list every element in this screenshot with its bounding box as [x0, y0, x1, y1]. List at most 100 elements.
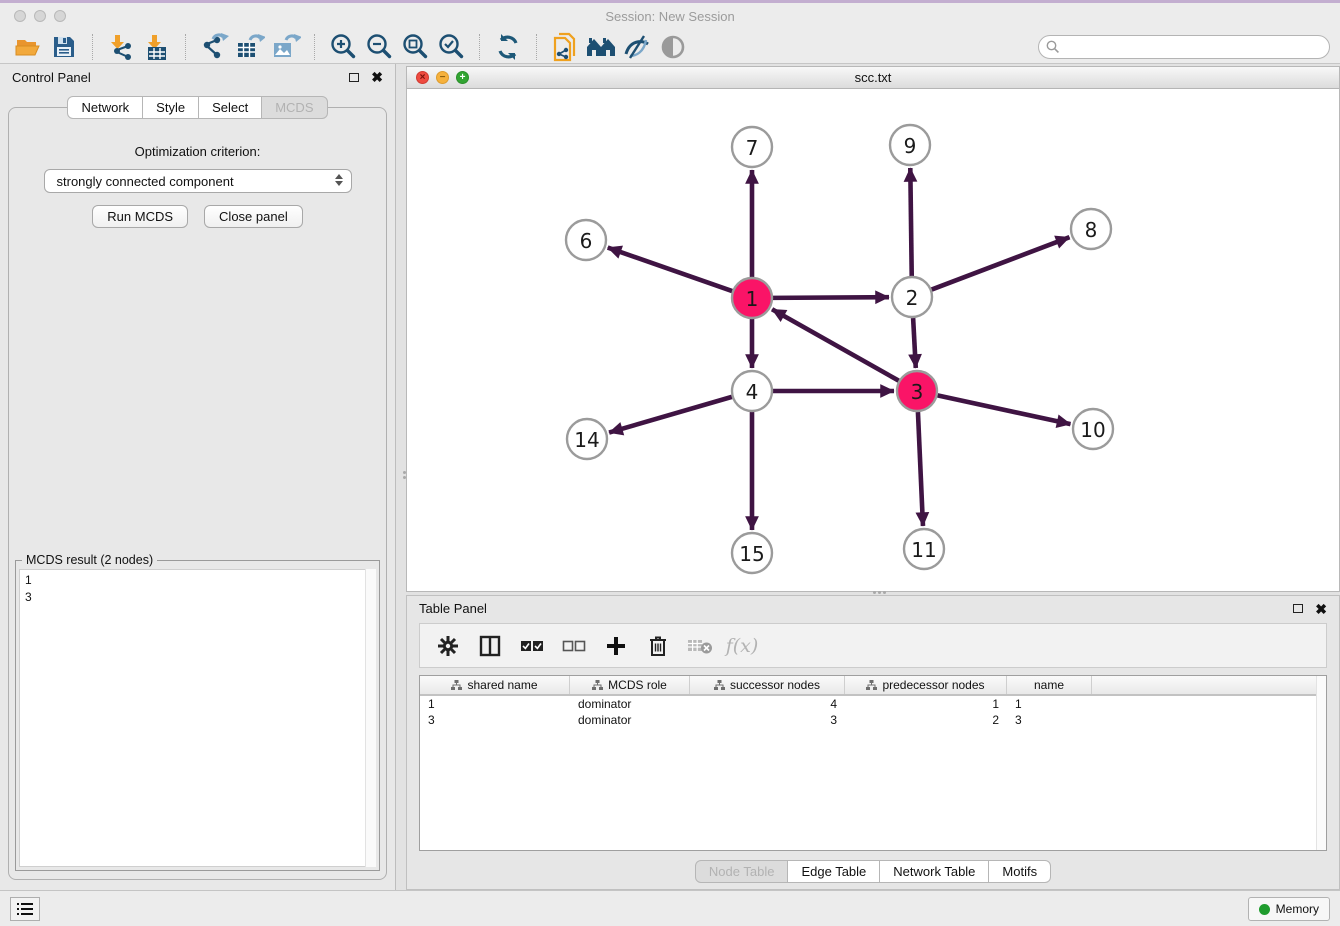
graph-node-15[interactable]: 15 — [732, 533, 772, 573]
column-chooser-icon[interactable] — [476, 631, 504, 661]
table-row[interactable]: 1dominator411 — [420, 696, 1326, 712]
graph-node-14[interactable]: 14 — [567, 419, 607, 459]
deselect-all-rows-icon[interactable] — [560, 631, 588, 661]
network-window-title: scc.txt — [407, 70, 1339, 85]
hide-graphics-details-icon[interactable] — [619, 33, 655, 61]
select-all-rows-icon[interactable] — [518, 631, 546, 661]
run-mcds-button[interactable]: Run MCDS — [92, 205, 188, 228]
cell-predecessor-nodes[interactable]: 2 — [845, 712, 1007, 728]
graph-node-11[interactable]: 11 — [904, 529, 944, 569]
birds-eye-view-icon[interactable] — [655, 33, 691, 61]
network-view-window: scc.txt × − + 7 9 6 8 1 2 4 3 14 10 15 11 — [406, 66, 1340, 592]
criterion-dropdown[interactable]: strongly connected component — [44, 169, 352, 193]
open-file-icon[interactable] — [10, 33, 46, 61]
tab-style[interactable]: Style — [142, 96, 199, 119]
graph-node-3[interactable]: 3 — [897, 371, 937, 411]
node-table-header[interactable]: shared nameMCDS rolesuccessor nodesprede… — [420, 676, 1326, 696]
criterion-dropdown-value: strongly connected component — [57, 174, 234, 189]
graph-edge-2-9[interactable] — [910, 168, 911, 276]
delete-table-icon[interactable] — [686, 631, 714, 661]
show-home-icon[interactable] — [583, 33, 619, 61]
column-header-name[interactable]: name — [1007, 676, 1092, 694]
cell-successor-nodes[interactable]: 3 — [690, 712, 845, 728]
tab-select[interactable]: Select — [198, 96, 262, 119]
graph-node-9[interactable]: 9 — [890, 125, 930, 165]
float-panel-icon[interactable] — [349, 73, 359, 82]
graph-node-7[interactable]: 7 — [732, 127, 772, 167]
graph-edge-3-1[interactable] — [772, 309, 899, 380]
graph-node-4[interactable]: 4 — [732, 371, 772, 411]
zoom-fit-icon[interactable] — [397, 33, 433, 61]
tab-network-table[interactable]: Network Table — [879, 860, 989, 883]
mcds-result-scrollbar[interactable] — [365, 569, 376, 867]
zoom-selected-icon[interactable] — [433, 33, 469, 61]
mcds-tab-content: Optimization criterion: strongly connect… — [8, 107, 387, 880]
column-header-shared-name[interactable]: shared name — [420, 676, 570, 694]
tab-mcds[interactable]: MCDS — [261, 96, 327, 119]
graph-node-6[interactable]: 6 — [566, 220, 606, 260]
refresh-view-icon[interactable] — [490, 33, 526, 61]
toolbar-separator — [536, 34, 537, 60]
cell-MCDS-role[interactable]: dominator — [570, 712, 690, 728]
delete-columns-icon[interactable] — [644, 631, 672, 661]
tab-motifs[interactable]: Motifs — [988, 860, 1051, 883]
cell-shared-name[interactable]: 3 — [420, 712, 570, 728]
table-scrollbar[interactable] — [1316, 676, 1326, 850]
tab-node-table[interactable]: Node Table — [695, 860, 789, 883]
graph-node-label: 3 — [911, 380, 924, 404]
close-panel-button[interactable]: Close panel — [204, 205, 303, 228]
graph-edge-4-14[interactable] — [609, 397, 732, 433]
new-network-from-selection-icon[interactable] — [547, 33, 583, 61]
cell-name[interactable]: 1 — [1007, 696, 1092, 712]
graph-node-label: 1 — [746, 287, 759, 311]
table-row[interactable]: 3dominator323 — [420, 712, 1326, 728]
cell-MCDS-role[interactable]: dominator — [570, 696, 690, 712]
add-column-icon[interactable] — [602, 631, 630, 661]
task-history-button[interactable] — [10, 897, 40, 921]
float-table-panel-icon[interactable] — [1293, 604, 1303, 613]
cell-predecessor-nodes[interactable]: 1 — [845, 696, 1007, 712]
memory-button[interactable]: Memory — [1248, 897, 1330, 921]
toolbar-separator — [479, 34, 480, 60]
mcds-result-textarea[interactable]: 1 3 — [19, 569, 376, 867]
graph-edge-2-3[interactable] — [913, 318, 916, 368]
cell-successor-nodes[interactable]: 4 — [690, 696, 845, 712]
graph-node-2[interactable]: 2 — [892, 277, 932, 317]
cell-name[interactable]: 3 — [1007, 712, 1092, 728]
table-settings-icon[interactable] — [434, 631, 462, 661]
export-image-icon[interactable] — [268, 33, 304, 61]
save-session-icon[interactable] — [46, 33, 82, 61]
zoom-out-icon[interactable] — [361, 33, 397, 61]
graph-edge-3-10[interactable] — [938, 395, 1071, 424]
column-header-MCDS-role[interactable]: MCDS role — [570, 676, 690, 694]
graph-edge-2-8[interactable] — [932, 237, 1070, 289]
cell-shared-name[interactable]: 1 — [420, 696, 570, 712]
import-network-icon[interactable] — [103, 33, 139, 61]
graph-node-10[interactable]: 10 — [1073, 409, 1113, 449]
export-network-icon[interactable] — [196, 33, 232, 61]
list-icon — [17, 902, 33, 916]
vertical-splitter-handle[interactable] — [402, 471, 406, 485]
close-panel-icon[interactable]: ✖ — [371, 70, 383, 84]
export-table-icon[interactable] — [232, 33, 268, 61]
graph-node-8[interactable]: 8 — [1071, 209, 1111, 249]
network-canvas[interactable]: 7 9 6 8 1 2 4 3 14 10 15 11 — [407, 89, 1339, 591]
graph-edge-3-11[interactable] — [918, 412, 923, 526]
tab-network[interactable]: Network — [67, 96, 143, 119]
graph-edge-1-6[interactable] — [608, 248, 732, 291]
horizontal-splitter-handle[interactable] — [873, 591, 886, 594]
graph-node-label: 15 — [739, 542, 764, 566]
import-table-icon[interactable] — [139, 33, 175, 61]
graph-node-label: 4 — [746, 380, 759, 404]
tab-edge-table[interactable]: Edge Table — [787, 860, 880, 883]
graph-edge-1-2[interactable] — [773, 297, 889, 298]
search-icon — [1046, 40, 1060, 54]
close-table-panel-icon[interactable]: ✖ — [1315, 602, 1327, 616]
column-header-successor-nodes[interactable]: successor nodes — [690, 676, 845, 694]
zoom-in-icon[interactable] — [325, 33, 361, 61]
graph-node-1[interactable]: 1 — [732, 278, 772, 318]
search-input[interactable] — [1038, 35, 1330, 59]
column-header-predecessor-nodes[interactable]: predecessor nodes — [845, 676, 1007, 694]
network-window-titlebar[interactable]: scc.txt × − + — [407, 67, 1339, 89]
apply-function-icon: f(x) — [728, 631, 756, 661]
